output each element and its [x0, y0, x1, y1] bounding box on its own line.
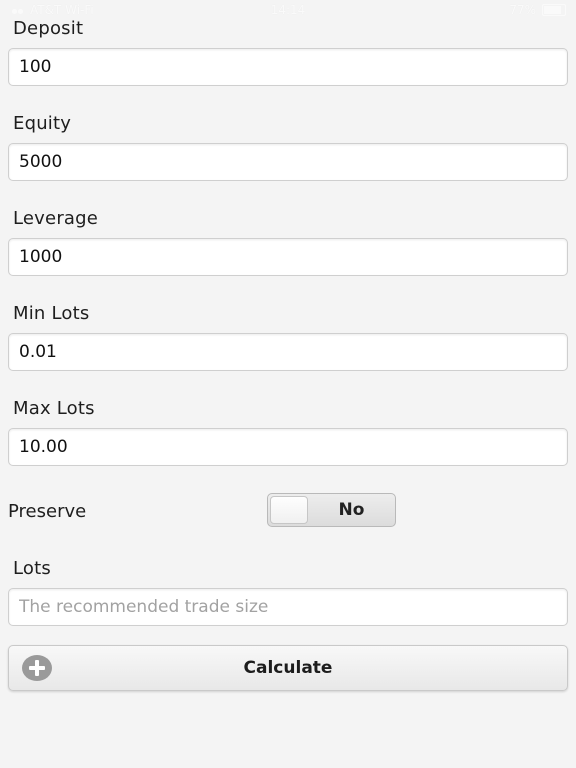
min-lots-input[interactable] — [8, 333, 568, 371]
toggle-knob[interactable] — [270, 496, 308, 524]
calculate-button-label: Calculate — [243, 658, 333, 678]
battery-icon — [542, 4, 566, 16]
preserve-label: Preserve — [8, 501, 87, 522]
lots-input[interactable] — [8, 588, 568, 626]
status-time: 14:14 — [270, 3, 306, 17]
calculate-button[interactable]: Calculate — [8, 645, 568, 691]
toggle-state-text: No — [338, 500, 365, 520]
leverage-label: Leverage — [13, 208, 99, 229]
deposit-label: Deposit — [13, 18, 84, 39]
max-lots-label: Max Lots — [13, 398, 95, 419]
deposit-input[interactable] — [8, 48, 568, 86]
preserve-toggle[interactable]: No — [267, 493, 396, 527]
lots-label: Lots — [13, 558, 51, 579]
status-bar: AT&T Wi-Fi 14:14 77% — [0, 0, 576, 22]
min-lots-label: Min Lots — [13, 303, 90, 324]
equity-label: Equity — [13, 113, 72, 134]
leverage-input[interactable] — [8, 238, 568, 276]
battery-percent: 77% — [509, 3, 536, 17]
max-lots-input[interactable] — [8, 428, 568, 466]
equity-input[interactable] — [8, 143, 568, 181]
status-bar-right: 77% — [509, 3, 566, 17]
